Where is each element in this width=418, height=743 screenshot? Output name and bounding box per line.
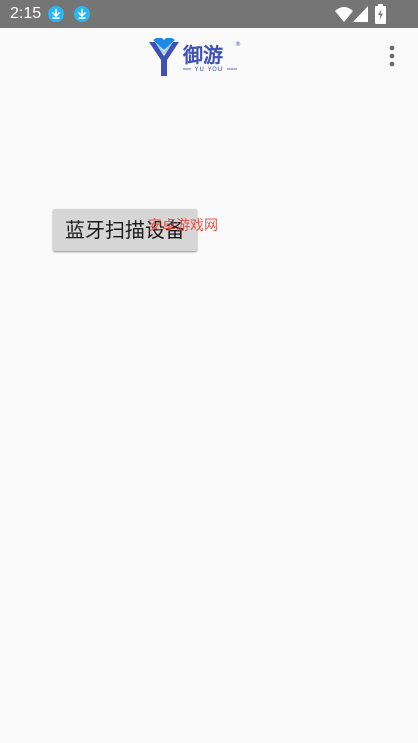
app-logo: 御游 ® YU YOU [149, 38, 241, 76]
more-vert-icon[interactable] [380, 42, 404, 72]
battery-charging-icon [375, 4, 386, 24]
watermark-text: 安卓游戏网 [148, 218, 218, 234]
wifi-icon [335, 7, 353, 22]
status-bar: 2:15 [0, 0, 418, 28]
svg-text:®: ® [235, 41, 241, 48]
download-icon [48, 6, 64, 22]
cellular-signal-icon [353, 6, 368, 22]
logo-subtext: YU YOU [194, 66, 223, 73]
download-icon [74, 6, 90, 22]
logo-text: 御游 [182, 43, 223, 67]
app-bar: 御游 ® YU YOU [0, 28, 418, 86]
status-time: 2:15 [10, 5, 42, 22]
